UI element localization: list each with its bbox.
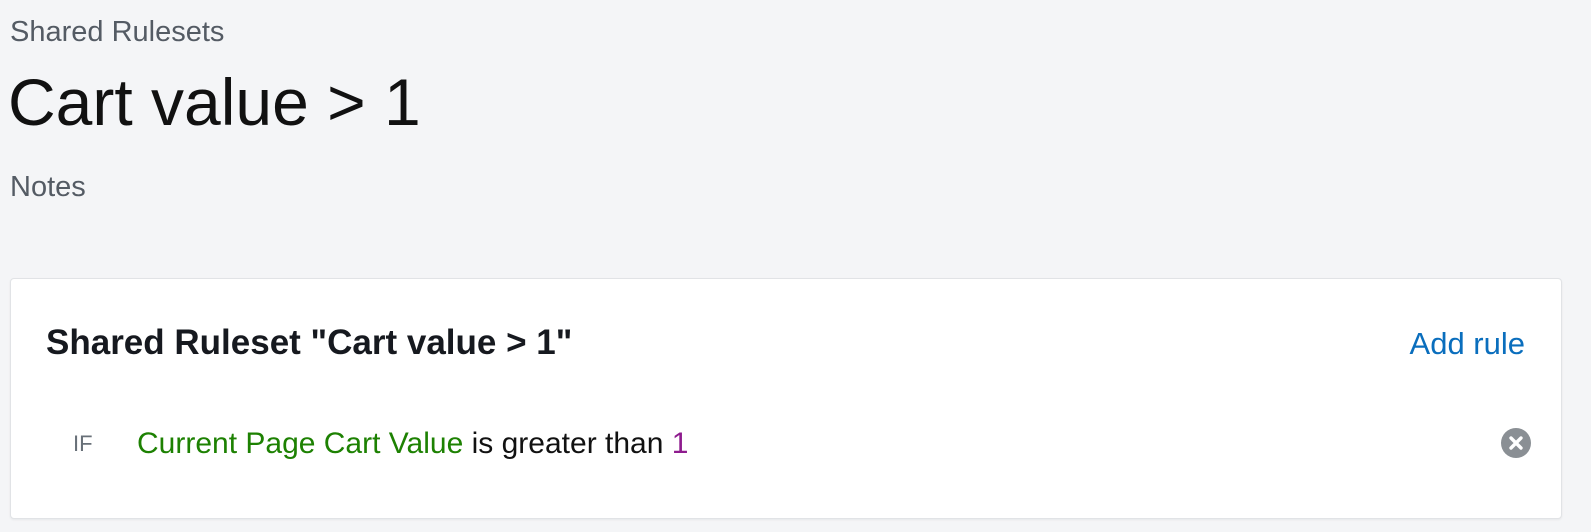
rule-condition[interactable]: Current Page Cart Value is greater than … [137, 424, 688, 464]
rule-attribute[interactable]: Current Page Cart Value [137, 427, 463, 460]
ruleset-panel: Shared Ruleset "Cart value > 1" Add rule… [10, 278, 1562, 519]
remove-circle-icon[interactable] [1501, 428, 1531, 458]
rule-operator[interactable]: is greater than [472, 427, 664, 460]
panel-title: Shared Ruleset "Cart value > 1" [46, 323, 573, 362]
page-title: Cart value > 1 [8, 65, 421, 139]
rule-value[interactable]: 1 [672, 427, 689, 460]
rule-row: IF Current Page Cart Value is greater th… [11, 419, 1561, 469]
notes-label: Notes [10, 171, 86, 203]
add-rule-button[interactable]: Add rule [1410, 324, 1525, 364]
breadcrumb[interactable]: Shared Rulesets [10, 14, 224, 50]
page: Shared Rulesets Cart value > 1 Notes Sha… [0, 0, 1591, 532]
rule-if-label: IF [73, 431, 93, 456]
